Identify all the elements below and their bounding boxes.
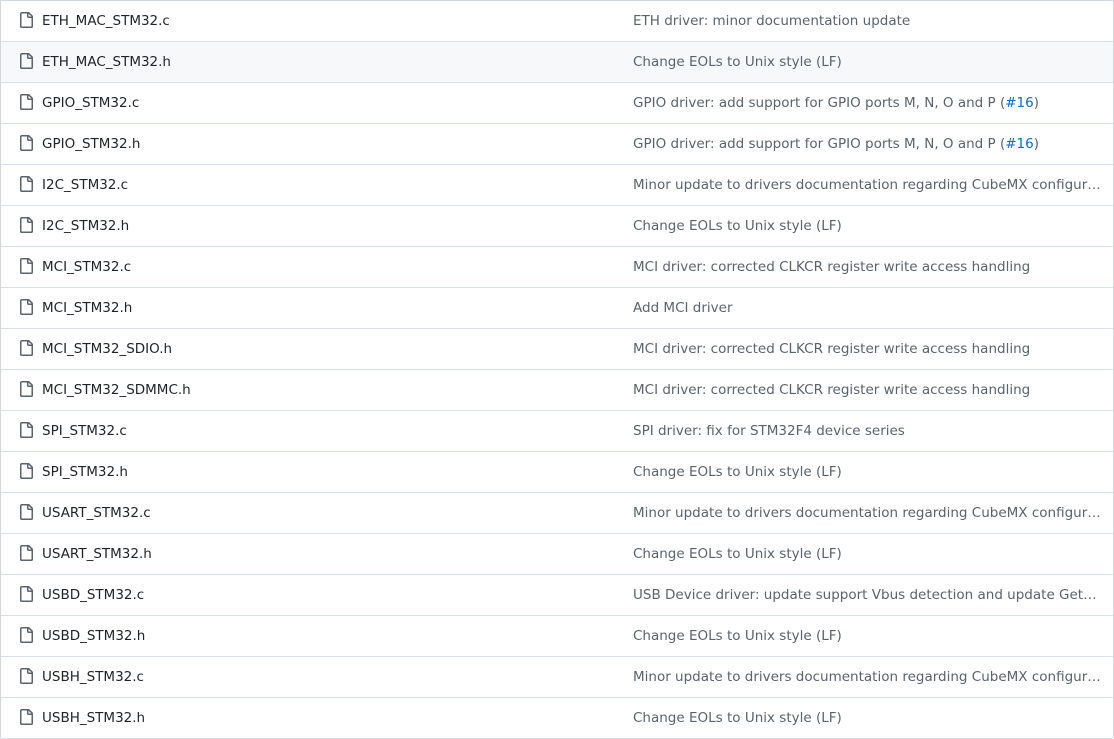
commit-message-text[interactable]: GPIO driver: add support for GPIO ports … (633, 95, 1005, 111)
commit-message[interactable]: USB Device driver: update support Vbus d… (633, 575, 1101, 615)
commit-message-text[interactable]: Change EOLs to Unix style (LF) (633, 218, 842, 234)
commit-message-text[interactable]: MCI driver: corrected CLKCR register wri… (633, 382, 1030, 398)
file-row-11[interactable]: SPI_STM32.h Change EOLs to Unix style (L… (1, 452, 1113, 493)
file-icon (20, 12, 33, 28)
commit-message[interactable]: SPI driver: fix for STM32F4 device serie… (633, 411, 1101, 451)
file-name-link[interactable]: MCI_STM32_SDIO.h (42, 329, 172, 369)
commit-message-text[interactable]: Minor update to drivers documentation re… (633, 505, 1101, 521)
commit-message-text[interactable]: USB Device driver: update support Vbus d… (633, 587, 1101, 603)
issue-link[interactable]: #16 (1005, 95, 1034, 111)
commit-message[interactable]: Change EOLs to Unix style (LF) (633, 534, 1101, 574)
file-icon (20, 381, 33, 397)
file-name-link[interactable]: USBH_STM32.h (42, 698, 145, 738)
commit-message[interactable]: Change EOLs to Unix style (LF) (633, 42, 1101, 82)
commit-message-suffix: ) (1033, 95, 1039, 111)
commit-message[interactable]: Minor update to drivers documentation re… (633, 165, 1101, 205)
commit-message[interactable]: Change EOLs to Unix style (LF) (633, 452, 1101, 492)
file-icon (20, 709, 33, 725)
file-row-9[interactable]: MCI_STM32_SDMMC.h MCI driver: corrected … (1, 370, 1113, 411)
commit-message-text[interactable]: Change EOLs to Unix style (LF) (633, 464, 842, 480)
file-name-link[interactable]: USART_STM32.c (42, 493, 151, 533)
file-icon (20, 53, 33, 69)
file-row-17[interactable]: USBH_STM32.h Change EOLs to Unix style (… (1, 698, 1113, 739)
commit-message-text[interactable]: MCI driver: corrected CLKCR register wri… (633, 341, 1030, 357)
commit-message[interactable]: GPIO driver: add support for GPIO ports … (633, 124, 1101, 164)
file-icon (20, 463, 33, 479)
file-icon (20, 94, 33, 110)
file-row-3[interactable]: GPIO_STM32.h GPIO driver: add support fo… (1, 124, 1113, 165)
file-row-2[interactable]: GPIO_STM32.c GPIO driver: add support fo… (1, 83, 1113, 124)
file-name-link[interactable]: SPI_STM32.c (42, 411, 127, 451)
commit-message[interactable]: Minor update to drivers documentation re… (633, 657, 1101, 697)
file-name-link[interactable]: SPI_STM32.h (42, 452, 128, 492)
commit-message[interactable]: MCI driver: corrected CLKCR register wri… (633, 247, 1101, 287)
file-icon (20, 217, 33, 233)
commit-message-text[interactable]: Change EOLs to Unix style (LF) (633, 546, 842, 562)
file-name-link[interactable]: USART_STM32.h (42, 534, 152, 574)
file-row-16[interactable]: USBH_STM32.c Minor update to drivers doc… (1, 657, 1113, 698)
commit-message-text[interactable]: Change EOLs to Unix style (LF) (633, 54, 842, 70)
file-name-link[interactable]: USBD_STM32.c (42, 575, 144, 615)
commit-message[interactable]: Minor update to drivers documentation re… (633, 493, 1101, 533)
file-icon (20, 340, 33, 356)
file-name-link[interactable]: I2C_STM32.h (42, 206, 129, 246)
commit-message-text[interactable]: MCI driver: corrected CLKCR register wri… (633, 259, 1030, 275)
commit-message-text[interactable]: SPI driver: fix for STM32F4 device serie… (633, 423, 905, 439)
file-name-link[interactable]: ETH_MAC_STM32.c (42, 1, 170, 41)
file-name-link[interactable]: MCI_STM32.c (42, 247, 131, 287)
file-row-4[interactable]: I2C_STM32.c Minor update to drivers docu… (1, 165, 1113, 206)
file-name-link[interactable]: MCI_STM32.h (42, 288, 132, 328)
commit-message[interactable]: Change EOLs to Unix style (LF) (633, 698, 1101, 738)
commit-message[interactable]: MCI driver: corrected CLKCR register wri… (633, 370, 1101, 410)
file-name-link[interactable]: USBH_STM32.c (42, 657, 144, 697)
commit-message[interactable]: Change EOLs to Unix style (LF) (633, 616, 1101, 656)
file-row-8[interactable]: MCI_STM32_SDIO.h MCI driver: corrected C… (1, 329, 1113, 370)
file-icon (20, 176, 33, 192)
commit-message-text[interactable]: Minor update to drivers documentation re… (633, 177, 1101, 193)
commit-message-text[interactable]: Change EOLs to Unix style (LF) (633, 710, 842, 726)
file-row-13[interactable]: USART_STM32.h Change EOLs to Unix style … (1, 534, 1113, 575)
file-icon (20, 504, 33, 520)
commit-message-text[interactable]: Change EOLs to Unix style (LF) (633, 628, 842, 644)
commit-message-suffix: ) (1033, 136, 1039, 152)
commit-message-text[interactable]: GPIO driver: add support for GPIO ports … (633, 136, 1005, 152)
file-row-10[interactable]: SPI_STM32.c SPI driver: fix for STM32F4 … (1, 411, 1113, 452)
file-icon (20, 586, 33, 602)
file-name-link[interactable]: GPIO_STM32.c (42, 83, 139, 123)
file-name-link[interactable]: GPIO_STM32.h (42, 124, 140, 164)
file-icon (20, 135, 33, 151)
file-icon (20, 668, 33, 684)
file-row-15[interactable]: USBD_STM32.h Change EOLs to Unix style (… (1, 616, 1113, 657)
file-list: ETH_MAC_STM32.c ETH driver: minor docume… (0, 0, 1114, 739)
file-icon (20, 258, 33, 274)
commit-message[interactable]: GPIO driver: add support for GPIO ports … (633, 83, 1101, 123)
commit-message[interactable]: MCI driver: corrected CLKCR register wri… (633, 329, 1101, 369)
file-icon (20, 545, 33, 561)
commit-message-text[interactable]: ETH driver: minor documentation update (633, 13, 910, 29)
file-name-link[interactable]: MCI_STM32_SDMMC.h (42, 370, 191, 410)
issue-link[interactable]: #16 (1005, 136, 1034, 152)
file-name-link[interactable]: USBD_STM32.h (42, 616, 145, 656)
file-icon (20, 627, 33, 643)
file-row-14[interactable]: USBD_STM32.c USB Device driver: update s… (1, 575, 1113, 616)
file-row-0[interactable]: ETH_MAC_STM32.c ETH driver: minor docume… (1, 1, 1113, 42)
file-icon (20, 299, 33, 315)
commit-message[interactable]: Add MCI driver (633, 288, 1101, 328)
file-name-link[interactable]: ETH_MAC_STM32.h (42, 42, 171, 82)
file-name-link[interactable]: I2C_STM32.c (42, 165, 128, 205)
commit-message[interactable]: ETH driver: minor documentation update (633, 1, 1101, 41)
file-row-1[interactable]: ETH_MAC_STM32.h Change EOLs to Unix styl… (1, 42, 1113, 83)
commit-message[interactable]: Change EOLs to Unix style (LF) (633, 206, 1101, 246)
commit-message-text[interactable]: Minor update to drivers documentation re… (633, 669, 1101, 685)
file-row-12[interactable]: USART_STM32.c Minor update to drivers do… (1, 493, 1113, 534)
commit-message-text[interactable]: Add MCI driver (633, 300, 733, 316)
file-row-5[interactable]: I2C_STM32.h Change EOLs to Unix style (L… (1, 206, 1113, 247)
file-icon (20, 422, 33, 438)
file-row-6[interactable]: MCI_STM32.c MCI driver: corrected CLKCR … (1, 247, 1113, 288)
file-row-7[interactable]: MCI_STM32.h Add MCI driver (1, 288, 1113, 329)
